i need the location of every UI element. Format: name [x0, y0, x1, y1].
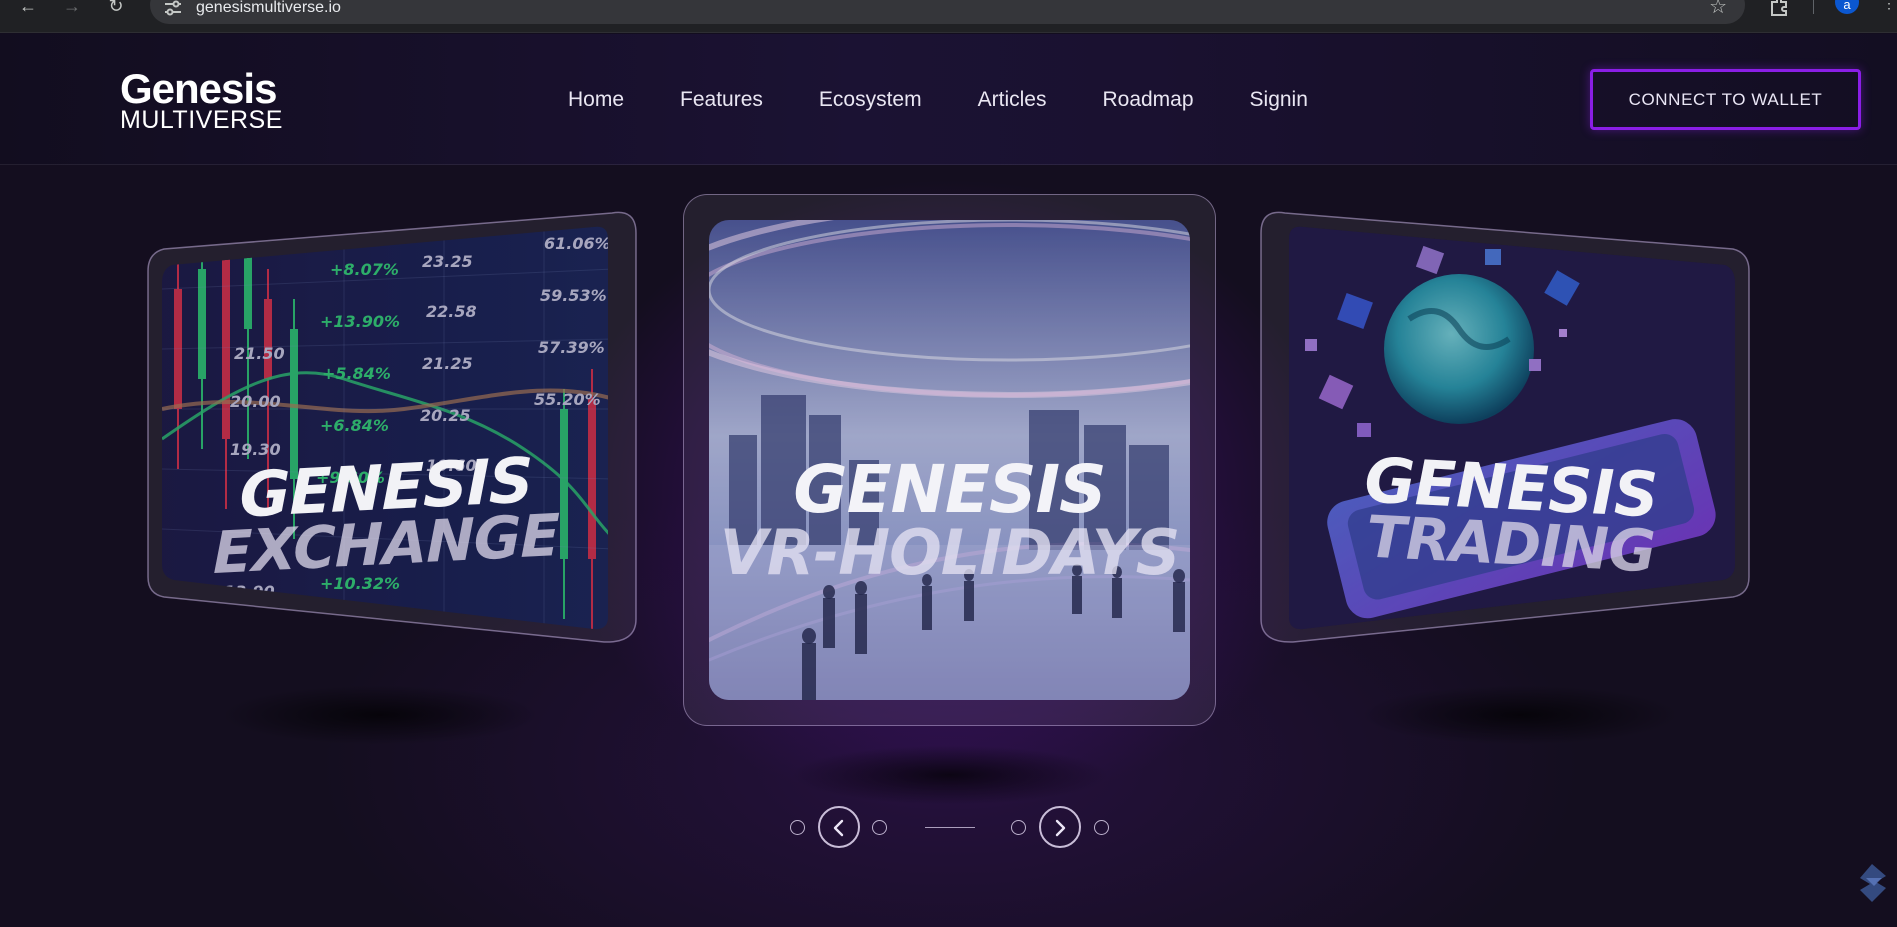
card-vr-brand: GENESIS — [793, 451, 1106, 528]
genesis-logo-icon — [44, 74, 116, 126]
browser-toolbar: ← → ↻ genesismultiverse.io ☆ a ⋮ — [0, 0, 1897, 33]
profile-avatar[interactable]: a — [1835, 0, 1859, 14]
card-shadow — [220, 685, 540, 745]
url-text[interactable]: genesismultiverse.io — [196, 0, 341, 16]
toolbar-divider — [1813, 0, 1814, 14]
carousel-dot[interactable] — [1094, 820, 1109, 835]
carousel-separator — [925, 827, 975, 828]
card-shadow — [1360, 685, 1680, 745]
ticker-value: 11.40 — [220, 622, 271, 641]
nav-ecosystem[interactable]: Ecosystem — [819, 84, 922, 116]
bookmark-star-icon[interactable]: ☆ — [1709, 0, 1727, 17]
carousel-next-button[interactable] — [1039, 806, 1081, 848]
logo-subtitle: MULTIVERSE — [120, 106, 283, 134]
card-vr-name: VR-HOLIDAYS — [719, 516, 1181, 589]
nav-home[interactable]: Home — [568, 84, 624, 116]
forward-icon[interactable]: → — [58, 0, 86, 18]
carousel-controls — [780, 806, 1120, 850]
nav-roadmap[interactable]: Roadmap — [1102, 84, 1193, 116]
site-info-icon[interactable] — [164, 0, 182, 16]
address-bar[interactable]: genesismultiverse.io ☆ — [150, 0, 1745, 24]
main-navigation: Home Features Ecosystem Articles Roadmap… — [568, 84, 1364, 116]
carousel-dot[interactable] — [790, 820, 805, 835]
nav-articles[interactable]: Articles — [978, 84, 1047, 116]
logo-title: Genesis — [120, 65, 277, 112]
card-shadow — [790, 745, 1110, 805]
site-header: Genesis MULTIVERSE Home Features Ecosyst… — [0, 34, 1897, 165]
floating-widget-icon[interactable] — [1856, 862, 1890, 904]
nav-signin[interactable]: Signin — [1250, 84, 1308, 116]
extensions-icon[interactable] — [1768, 0, 1792, 16]
nav-features[interactable]: Features — [680, 84, 763, 116]
chevron-left-icon — [833, 819, 844, 837]
reload-icon[interactable]: ↻ — [102, 0, 130, 18]
hero-carousel: 23.25 22.58 21.25 20.25 19.60 61.06% 59.… — [0, 165, 1897, 927]
browser-menu-icon[interactable]: ⋮ — [1882, 0, 1896, 10]
logo[interactable]: Genesis MULTIVERSE — [44, 68, 304, 134]
carousel-prev-button[interactable] — [818, 806, 860, 848]
carousel-dot[interactable] — [872, 820, 887, 835]
connect-wallet-button[interactable]: CONNECT TO WALLET — [1590, 69, 1861, 130]
chevron-right-icon — [1055, 819, 1066, 837]
carousel-dot[interactable] — [1011, 820, 1026, 835]
back-icon[interactable]: ← — [14, 0, 42, 18]
